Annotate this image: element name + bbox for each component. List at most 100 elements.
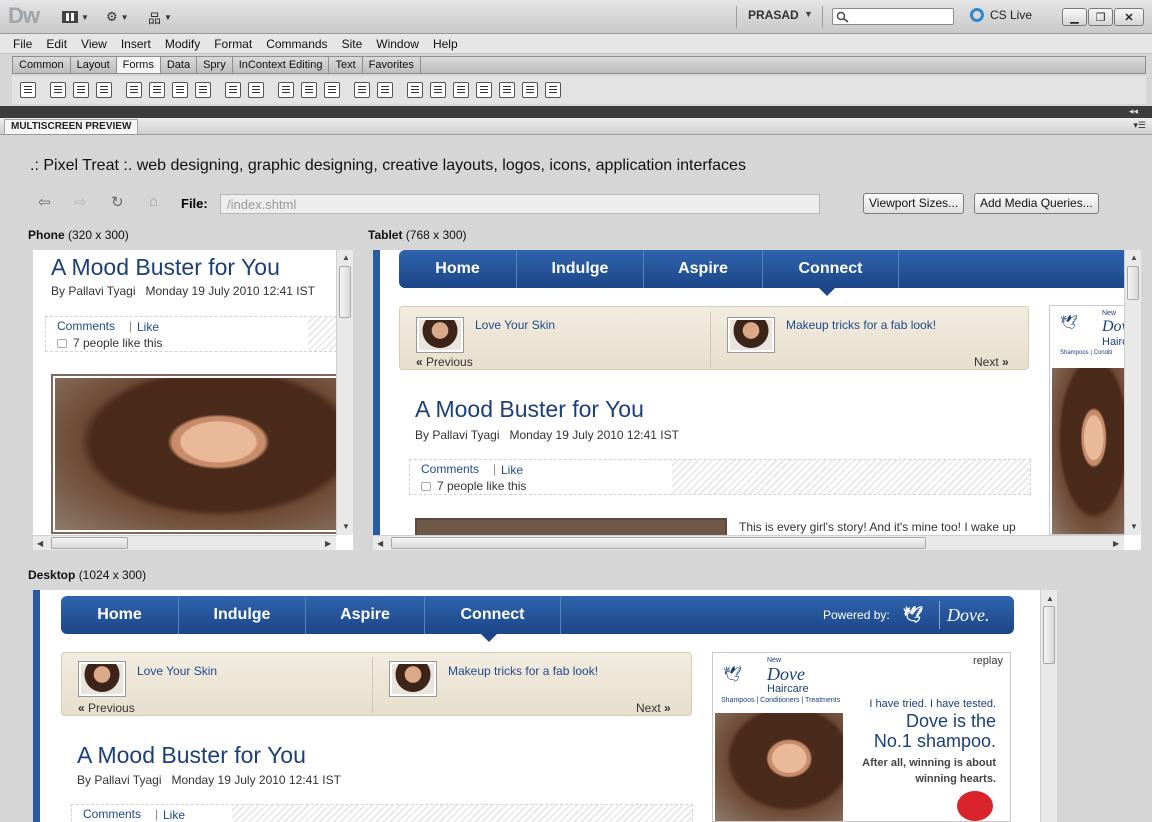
scroll-right-icon[interactable]: ▶	[1113, 539, 1119, 548]
spry-validation-checkbox-icon[interactable]	[453, 82, 469, 98]
jump-menu-icon[interactable]	[248, 82, 264, 98]
slide-link-love-your-skin[interactable]: Love Your Skin	[475, 318, 555, 332]
add-media-queries-button[interactable]: Add Media Queries...	[974, 193, 1099, 214]
spry-validation-confirm-icon[interactable]	[522, 82, 538, 98]
text-field-icon[interactable]	[50, 82, 66, 98]
nav-aspire[interactable]: Aspire	[306, 596, 425, 634]
next-link[interactable]: Next »	[636, 701, 671, 715]
textarea-icon[interactable]	[96, 82, 112, 98]
close-button[interactable]: ✕	[1114, 8, 1144, 26]
menu-window[interactable]: Window	[376, 37, 419, 51]
slide-link-love-your-skin[interactable]: Love Your Skin	[137, 664, 217, 678]
image-field-icon[interactable]	[278, 82, 294, 98]
slide-link-makeup-tricks[interactable]: Makeup tricks for a fab look!	[786, 318, 936, 332]
slide-thumbnail[interactable]	[78, 661, 126, 697]
nav-home[interactable]: Home	[61, 596, 179, 634]
search-input[interactable]	[832, 8, 954, 25]
dove-advertisement[interactable]: 🕊 New Dove Haircare Shampoos | Conditi	[1049, 305, 1141, 535]
viewport-sizes-button[interactable]: Viewport Sizes...	[863, 193, 965, 214]
scroll-up-icon[interactable]: ▲	[1130, 253, 1138, 262]
menu-site[interactable]: Site	[342, 37, 363, 51]
chevron-down-icon[interactable]: ▼	[804, 9, 813, 19]
tab-spry[interactable]: Spry	[197, 57, 233, 73]
scroll-down-icon[interactable]: ▼	[342, 522, 350, 531]
fieldset-icon[interactable]	[377, 82, 393, 98]
home-icon[interactable]: ⌂	[149, 193, 158, 210]
hidden-field-icon[interactable]	[73, 82, 89, 98]
collapse-icon[interactable]: ◂◂	[1129, 106, 1138, 117]
scroll-down-icon[interactable]: ▼	[1130, 522, 1138, 531]
spry-validation-text-icon[interactable]	[407, 82, 423, 98]
layout-menu-button[interactable]: ▼	[62, 8, 89, 26]
site-menu-button[interactable]: 品 ▼	[148, 8, 172, 26]
scroll-thumb[interactable]	[1043, 606, 1055, 664]
menu-modify[interactable]: Modify	[165, 37, 200, 51]
label-icon[interactable]	[354, 82, 370, 98]
menu-help[interactable]: Help	[433, 37, 458, 51]
cs-live-button[interactable]: CS Live	[970, 8, 1032, 22]
scroll-up-icon[interactable]: ▲	[1046, 594, 1054, 603]
slide-thumbnail[interactable]	[727, 317, 775, 353]
form-icon[interactable]	[20, 82, 36, 98]
tab-incontext-editing[interactable]: InContext Editing	[233, 57, 330, 73]
nav-connect[interactable]: Connect	[425, 596, 561, 634]
vertical-scrollbar[interactable]: ▲ ▼	[336, 250, 353, 535]
slide-thumbnail[interactable]	[416, 317, 464, 353]
previous-link[interactable]: « Previous	[78, 701, 135, 715]
slide-link-makeup-tricks[interactable]: Makeup tricks for a fab look!	[448, 664, 598, 678]
horizontal-scrollbar[interactable]: ◀ ▶	[373, 535, 1124, 550]
nav-indulge[interactable]: Indulge	[179, 596, 306, 634]
checkbox-icon[interactable]	[126, 82, 142, 98]
spry-validation-radio-icon[interactable]	[545, 82, 561, 98]
nav-indulge[interactable]: Indulge	[517, 250, 644, 288]
checkbox-group-icon[interactable]	[149, 82, 165, 98]
nav-connect[interactable]: Connect	[763, 250, 899, 288]
nav-aspire[interactable]: Aspire	[644, 250, 763, 288]
refresh-icon[interactable]: ↻	[111, 193, 124, 211]
like-link[interactable]: Like	[501, 463, 523, 477]
like-link[interactable]: Like	[163, 808, 185, 822]
like-link[interactable]: Like	[137, 320, 159, 334]
menu-file[interactable]: File	[13, 37, 32, 51]
user-name[interactable]: PRASAD	[748, 8, 799, 22]
file-path-input[interactable]: /index.shtml	[220, 194, 820, 214]
back-arrow-icon[interactable]: ⇦	[38, 193, 51, 211]
tab-layout[interactable]: Layout	[71, 57, 117, 73]
nav-home[interactable]: Home	[399, 250, 517, 288]
spry-validation-password-icon[interactable]	[499, 82, 515, 98]
menu-insert[interactable]: Insert	[121, 37, 151, 51]
tab-common[interactable]: Common	[13, 57, 71, 73]
scroll-left-icon[interactable]: ◀	[377, 539, 383, 548]
panel-title[interactable]: MULTISCREEN PREVIEW	[4, 119, 139, 134]
tab-data[interactable]: Data	[161, 57, 198, 73]
next-link[interactable]: Next »	[974, 355, 1009, 369]
forward-arrow-icon[interactable]: ⇨	[74, 193, 87, 211]
scroll-up-icon[interactable]: ▲	[342, 253, 350, 262]
dove-logo[interactable]: Dove.	[947, 605, 989, 626]
menu-edit[interactable]: Edit	[46, 37, 67, 51]
scroll-right-icon[interactable]: ▶	[325, 539, 331, 548]
panel-options-icon[interactable]: ▾☰	[1133, 120, 1146, 131]
dove-advertisement[interactable]: replay 🕊 New Dove Haircare Shampoos | Co…	[712, 652, 1011, 822]
comments-link[interactable]: Comments	[83, 807, 141, 821]
vertical-scrollbar[interactable]: ▲ ▼	[1124, 250, 1141, 535]
menu-format[interactable]: Format	[214, 37, 252, 51]
tab-text[interactable]: Text	[329, 57, 363, 73]
tab-favorites[interactable]: Favorites	[363, 57, 421, 73]
file-field-icon[interactable]	[301, 82, 317, 98]
scroll-left-icon[interactable]: ◀	[37, 539, 43, 548]
previous-link[interactable]: « Previous	[416, 355, 473, 369]
radio-group-icon[interactable]	[195, 82, 211, 98]
menu-view[interactable]: View	[81, 37, 107, 51]
scroll-thumb[interactable]	[391, 537, 926, 549]
button-icon[interactable]	[324, 82, 340, 98]
maximize-button[interactable]: ❐	[1088, 8, 1113, 26]
scroll-thumb[interactable]	[51, 537, 128, 549]
comments-link[interactable]: Comments	[421, 462, 479, 476]
slide-thumbnail[interactable]	[389, 661, 437, 697]
minimize-button[interactable]: ▁	[1062, 8, 1087, 26]
select-list-icon[interactable]	[225, 82, 241, 98]
scroll-thumb[interactable]	[339, 266, 351, 318]
comments-link[interactable]: Comments	[57, 319, 115, 333]
vertical-scrollbar[interactable]: ▲	[1040, 590, 1057, 822]
